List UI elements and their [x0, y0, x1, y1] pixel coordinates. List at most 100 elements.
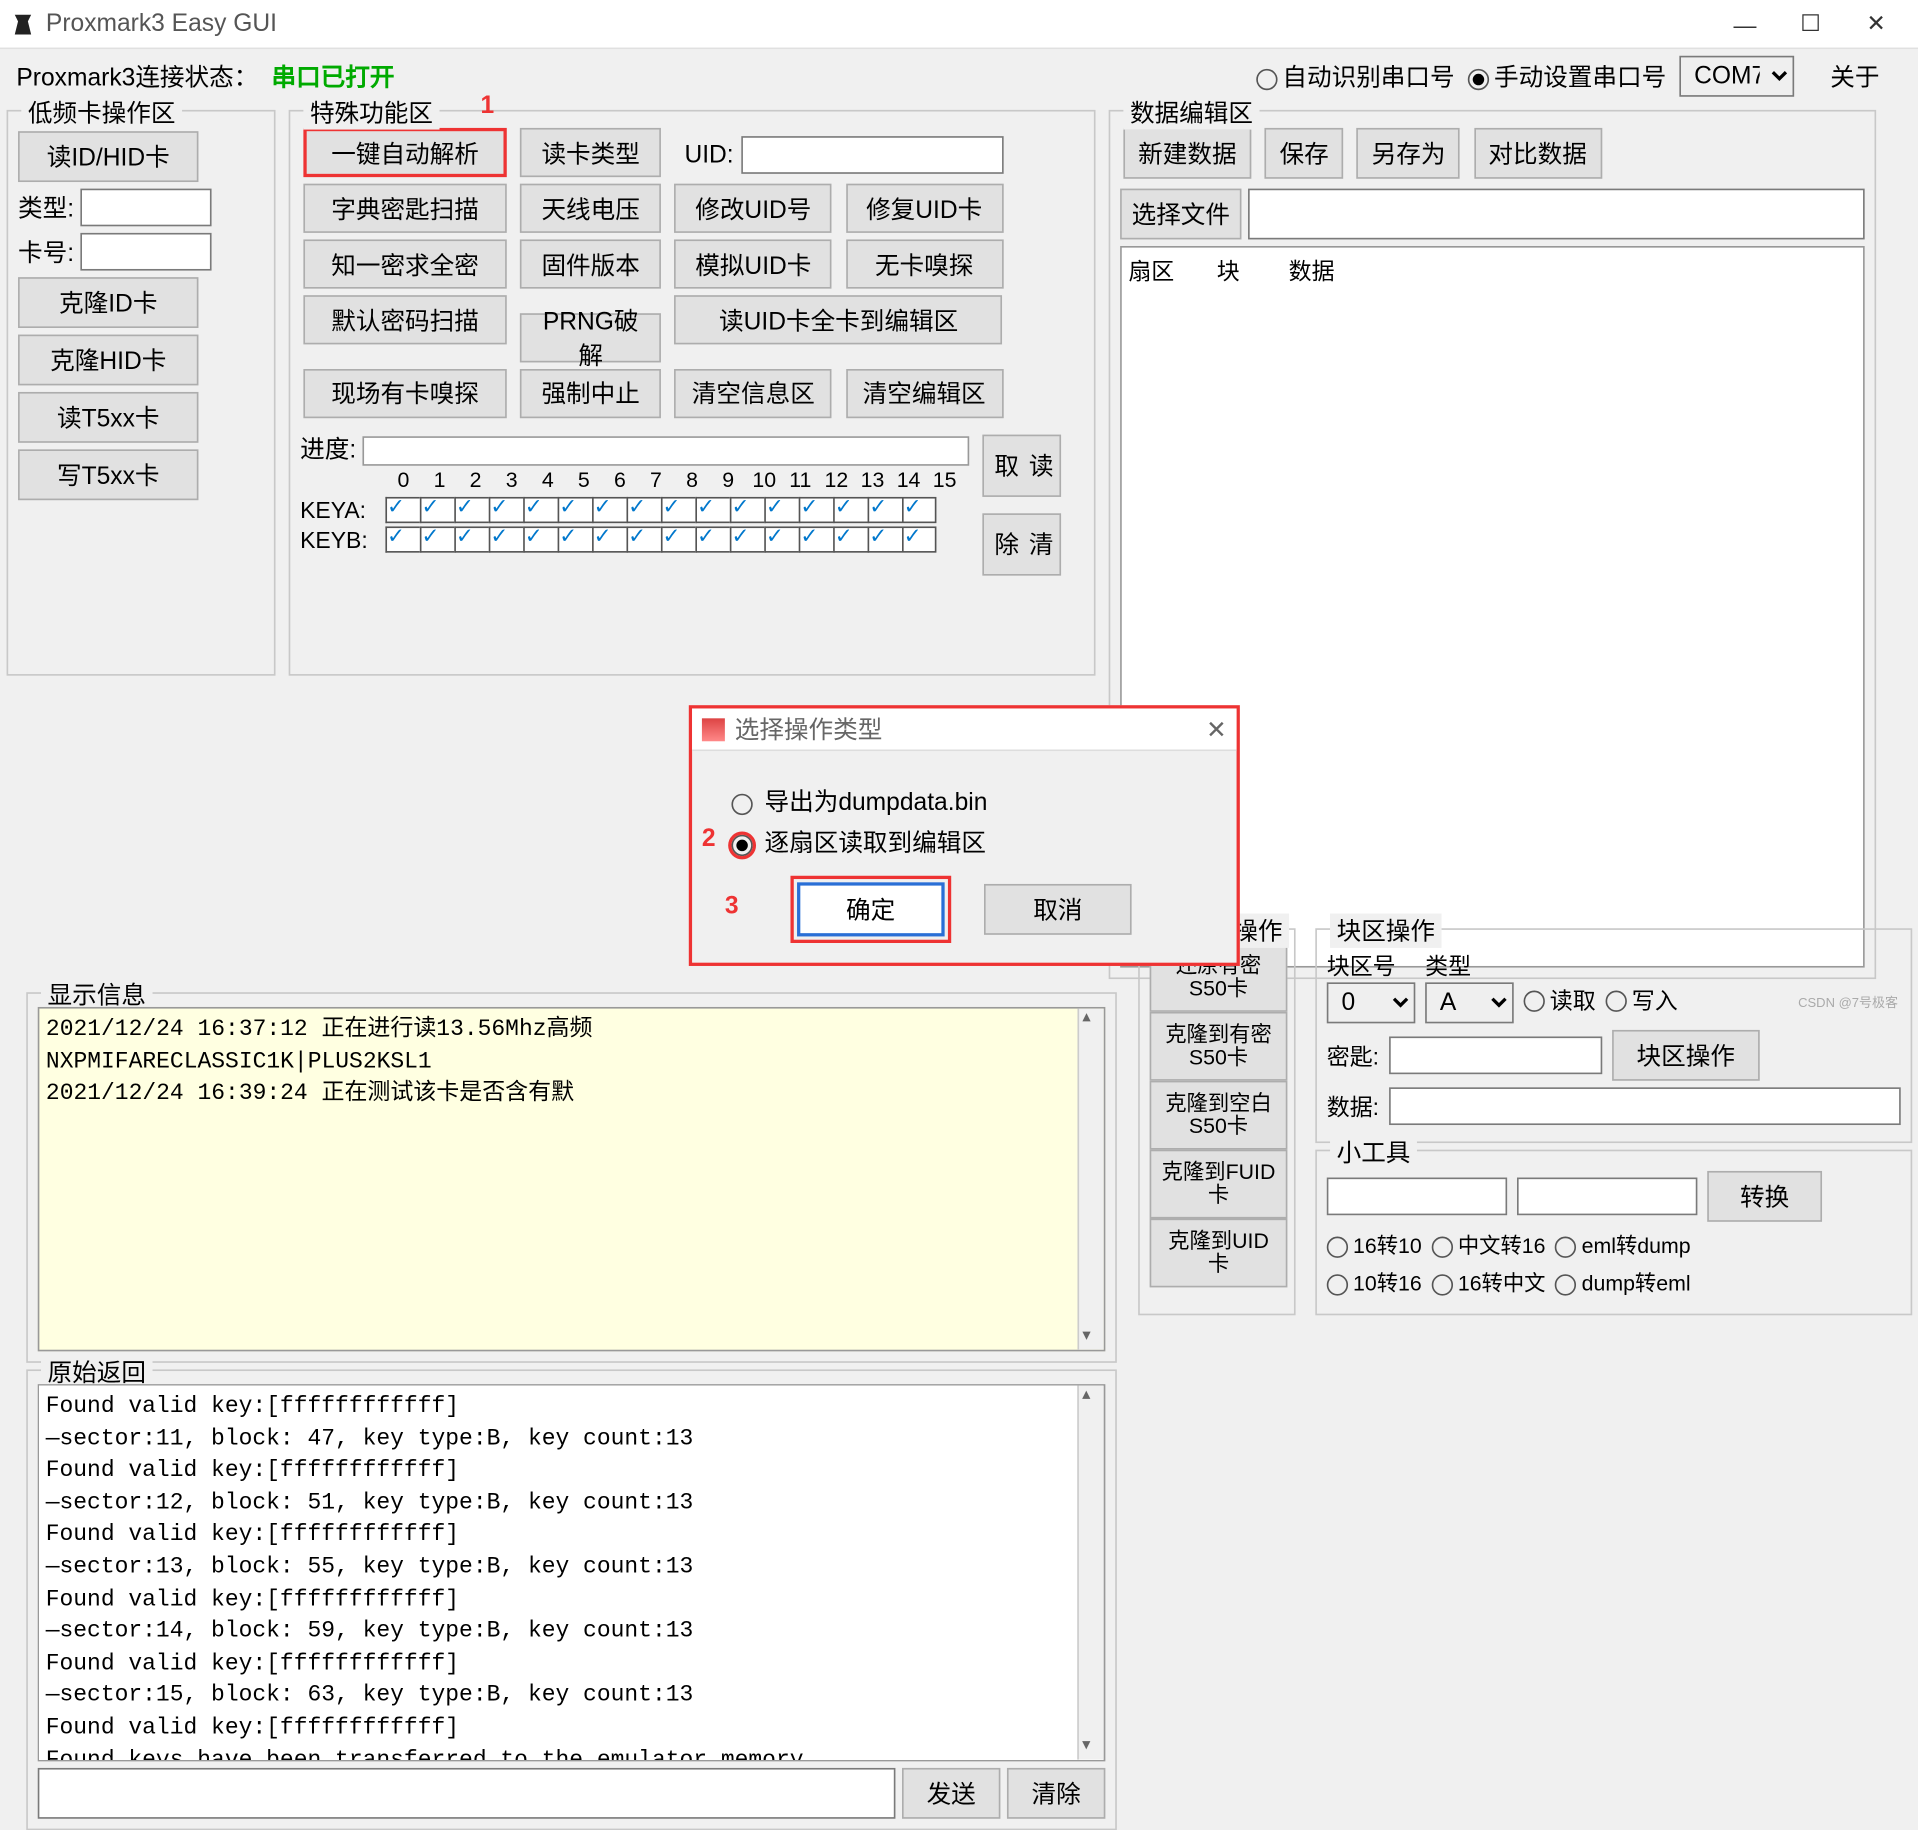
- antenna-button[interactable]: 天线电压: [520, 184, 661, 233]
- raw-return-group: 原始返回 Found valid key:[ffffffffffff]—sect…: [26, 1369, 1117, 1830]
- block-data-input[interactable]: [1389, 1087, 1901, 1125]
- col-sector: 扇区: [1128, 254, 1210, 287]
- r1-radio[interactable]: 16转10: [1327, 1228, 1422, 1259]
- about-link[interactable]: 关于: [1830, 59, 1879, 93]
- read-button[interactable]: 读取: [983, 434, 1062, 496]
- read-id-hid-button[interactable]: 读ID/HID卡: [18, 131, 198, 182]
- clone-uid-button[interactable]: 克隆到UID卡: [1150, 1219, 1288, 1288]
- know-all-button[interactable]: 知一密求全密: [303, 239, 506, 288]
- lowfreq-group: 低频卡操作区 读ID/HID卡 类型: 卡号: 克隆ID卡 克隆HID卡 读T5…: [7, 110, 276, 676]
- block-type-select[interactable]: A: [1425, 982, 1514, 1023]
- select-file-button[interactable]: 选择文件: [1120, 189, 1241, 240]
- special-group: 特殊功能区 1 一键自动解析 读卡类型 UID: 字典密匙扫描 天线电压 修改U…: [289, 110, 1096, 676]
- scrollbar[interactable]: [1077, 1009, 1103, 1350]
- scrollbar[interactable]: [1077, 1386, 1103, 1760]
- uid-label: UID:: [684, 140, 733, 168]
- block-no-label: 块区号: [1327, 950, 1416, 983]
- annot-2: 2: [702, 825, 716, 853]
- port-select[interactable]: COM7: [1679, 56, 1794, 97]
- live-sniff-button[interactable]: 现场有卡嗅探: [303, 368, 506, 417]
- progress-bar: [363, 435, 970, 465]
- tools-group: 小工具 转换 16转10 中文转16 eml转dump 10转16 16转中文 …: [1315, 1150, 1912, 1316]
- clone-blank-s50-button[interactable]: 克隆到空白S50卡: [1150, 1081, 1288, 1150]
- card-input[interactable]: [81, 233, 212, 271]
- minimize-button[interactable]: —: [1712, 11, 1778, 37]
- auto-parse-button[interactable]: 一键自动解析: [303, 128, 506, 177]
- type-input[interactable]: [81, 189, 212, 227]
- col-block: 块: [1217, 254, 1283, 287]
- new-data-button[interactable]: 新建数据: [1123, 128, 1251, 179]
- default-pwd-button[interactable]: 默认密码扫描: [303, 295, 506, 344]
- close-button[interactable]: ✕: [1843, 10, 1909, 38]
- display-info-group: 显示信息 2021/12/24 16:37:12 正在进行读13.56Mhz高频…: [26, 992, 1117, 1363]
- raw-textarea[interactable]: Found valid key:[ffffffffffff]—sector:11…: [38, 1384, 1106, 1761]
- cancel-button[interactable]: 取消: [984, 884, 1132, 935]
- progress-label: 进度:: [300, 435, 356, 463]
- auto-port-radio[interactable]: 自动识别串口号: [1256, 59, 1454, 93]
- prng-button[interactable]: PRNG破解: [520, 312, 661, 361]
- write-t5xx-button[interactable]: 写T5xx卡: [18, 449, 198, 500]
- lowfreq-legend: 低频卡操作区: [21, 95, 182, 129]
- export-dump-radio[interactable]: 导出为dumpdata.bin: [731, 789, 987, 817]
- clear-edit-button[interactable]: 清空编辑区: [845, 368, 1002, 417]
- tool-in-input[interactable]: [1327, 1178, 1507, 1216]
- read-radio[interactable]: 读取: [1524, 983, 1596, 1016]
- save-button[interactable]: 保存: [1265, 128, 1344, 179]
- raw-clear-button[interactable]: 清除: [1007, 1768, 1105, 1819]
- dialog-title: 选择操作类型: [735, 712, 1206, 746]
- file-path-input[interactable]: [1248, 189, 1865, 240]
- dict-scan-button[interactable]: 字典密匙扫描: [303, 184, 506, 233]
- keya-label: KEYA:: [300, 496, 385, 522]
- info-textarea[interactable]: 2021/12/24 16:37:12 正在进行读13.56Mhz高频NXPMI…: [38, 1007, 1106, 1351]
- clone-fuid-button[interactable]: 克隆到FUID卡: [1150, 1150, 1288, 1219]
- card-label: 卡号:: [18, 235, 74, 269]
- annot-1: 1: [481, 92, 495, 120]
- write-radio[interactable]: 写入: [1606, 983, 1678, 1016]
- r3-radio[interactable]: eml转dump: [1555, 1228, 1690, 1259]
- force-stop-button[interactable]: 强制中止: [520, 368, 661, 417]
- ok-button[interactable]: 确定: [797, 882, 945, 936]
- title-bar: Proxmark3 Easy GUI — ☐ ✕: [0, 0, 1918, 49]
- key-input[interactable]: [1389, 1036, 1602, 1074]
- window-title: Proxmark3 Easy GUI: [46, 10, 1712, 38]
- status-row: Proxmark3连接状态： 串口已打开 自动识别串口号 手动设置串口号 COM…: [0, 49, 1918, 103]
- keya-checks: [385, 496, 936, 522]
- r5-radio[interactable]: 16转中文: [1432, 1266, 1546, 1297]
- type-label: 类型:: [18, 190, 74, 224]
- select-op-dialog: 选择操作类型 ✕ 导出为dumpdata.bin 2 逐扇区读取到编辑区 3 确…: [689, 705, 1240, 966]
- clear-button[interactable]: 清除: [983, 513, 1062, 575]
- r6-radio[interactable]: dump转eml: [1555, 1266, 1690, 1297]
- read-t5xx-button[interactable]: 读T5xx卡: [18, 392, 198, 443]
- dialog-close-icon[interactable]: ✕: [1206, 714, 1227, 744]
- convert-button[interactable]: 转换: [1707, 1171, 1822, 1222]
- tool-out-input[interactable]: [1517, 1178, 1697, 1216]
- compare-button[interactable]: 对比数据: [1474, 128, 1602, 179]
- annot-3: 3: [725, 892, 739, 920]
- command-input[interactable]: [38, 1768, 896, 1819]
- modify-uid-button[interactable]: 修改UID号: [675, 184, 832, 233]
- maximize-button[interactable]: ☐: [1778, 10, 1844, 38]
- sim-uid-button[interactable]: 模拟UID卡: [675, 239, 832, 288]
- clear-info-button[interactable]: 清空信息区: [675, 368, 832, 417]
- conn-status: 串口已打开: [271, 59, 394, 93]
- r4-radio[interactable]: 10转16: [1327, 1266, 1422, 1297]
- manual-port-radio[interactable]: 手动设置串口号: [1468, 59, 1666, 93]
- sector-read-radio[interactable]: 逐扇区读取到编辑区: [731, 830, 986, 858]
- saveas-button[interactable]: 另存为: [1357, 128, 1460, 179]
- clone-hid-button[interactable]: 克隆HID卡: [18, 335, 198, 386]
- block-no-select[interactable]: 0: [1327, 982, 1416, 1023]
- card-type-button[interactable]: 读卡类型: [520, 128, 661, 177]
- block-action-button[interactable]: 块区操作: [1612, 1030, 1760, 1081]
- key-label: 密匙:: [1327, 1039, 1379, 1072]
- sector-numbers: 0123456789101112131415: [385, 465, 969, 493]
- firmware-button[interactable]: 固件版本: [520, 239, 661, 288]
- read-uid-all-button[interactable]: 读UID卡全卡到编辑区: [675, 295, 1003, 344]
- repair-uid-button[interactable]: 修复UID卡: [845, 184, 1002, 233]
- uid-input[interactable]: [740, 135, 1002, 173]
- clone-id-button[interactable]: 克隆ID卡: [18, 277, 198, 328]
- clone-pwd-s50-button[interactable]: 克隆到有密S50卡: [1150, 1012, 1288, 1081]
- nosniff-button[interactable]: 无卡嗅探: [845, 239, 1002, 288]
- send-button[interactable]: 发送: [902, 1768, 1000, 1819]
- r2-radio[interactable]: 中文转16: [1432, 1228, 1546, 1259]
- keyb-checks: [385, 526, 936, 552]
